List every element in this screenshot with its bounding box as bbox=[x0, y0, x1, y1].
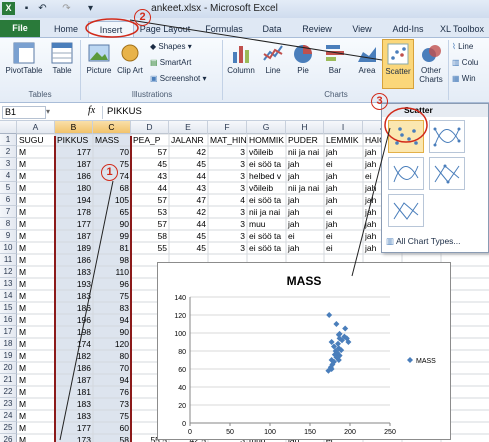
annotation-overlay bbox=[54, 18, 428, 442]
callout-3: 3 bbox=[371, 93, 388, 110]
pointer-line bbox=[129, 19, 383, 61]
excel-window: { "window": {"title": "ankeet.xlsx - Mic… bbox=[0, 0, 489, 442]
insert-tab-highlight bbox=[85, 18, 139, 38]
callout-2: 2 bbox=[134, 9, 151, 26]
callout-1: 1 bbox=[101, 164, 118, 181]
pointer-line bbox=[351, 127, 391, 277]
scatter-option-highlight bbox=[384, 107, 428, 143]
pointer-line bbox=[59, 180, 114, 441]
